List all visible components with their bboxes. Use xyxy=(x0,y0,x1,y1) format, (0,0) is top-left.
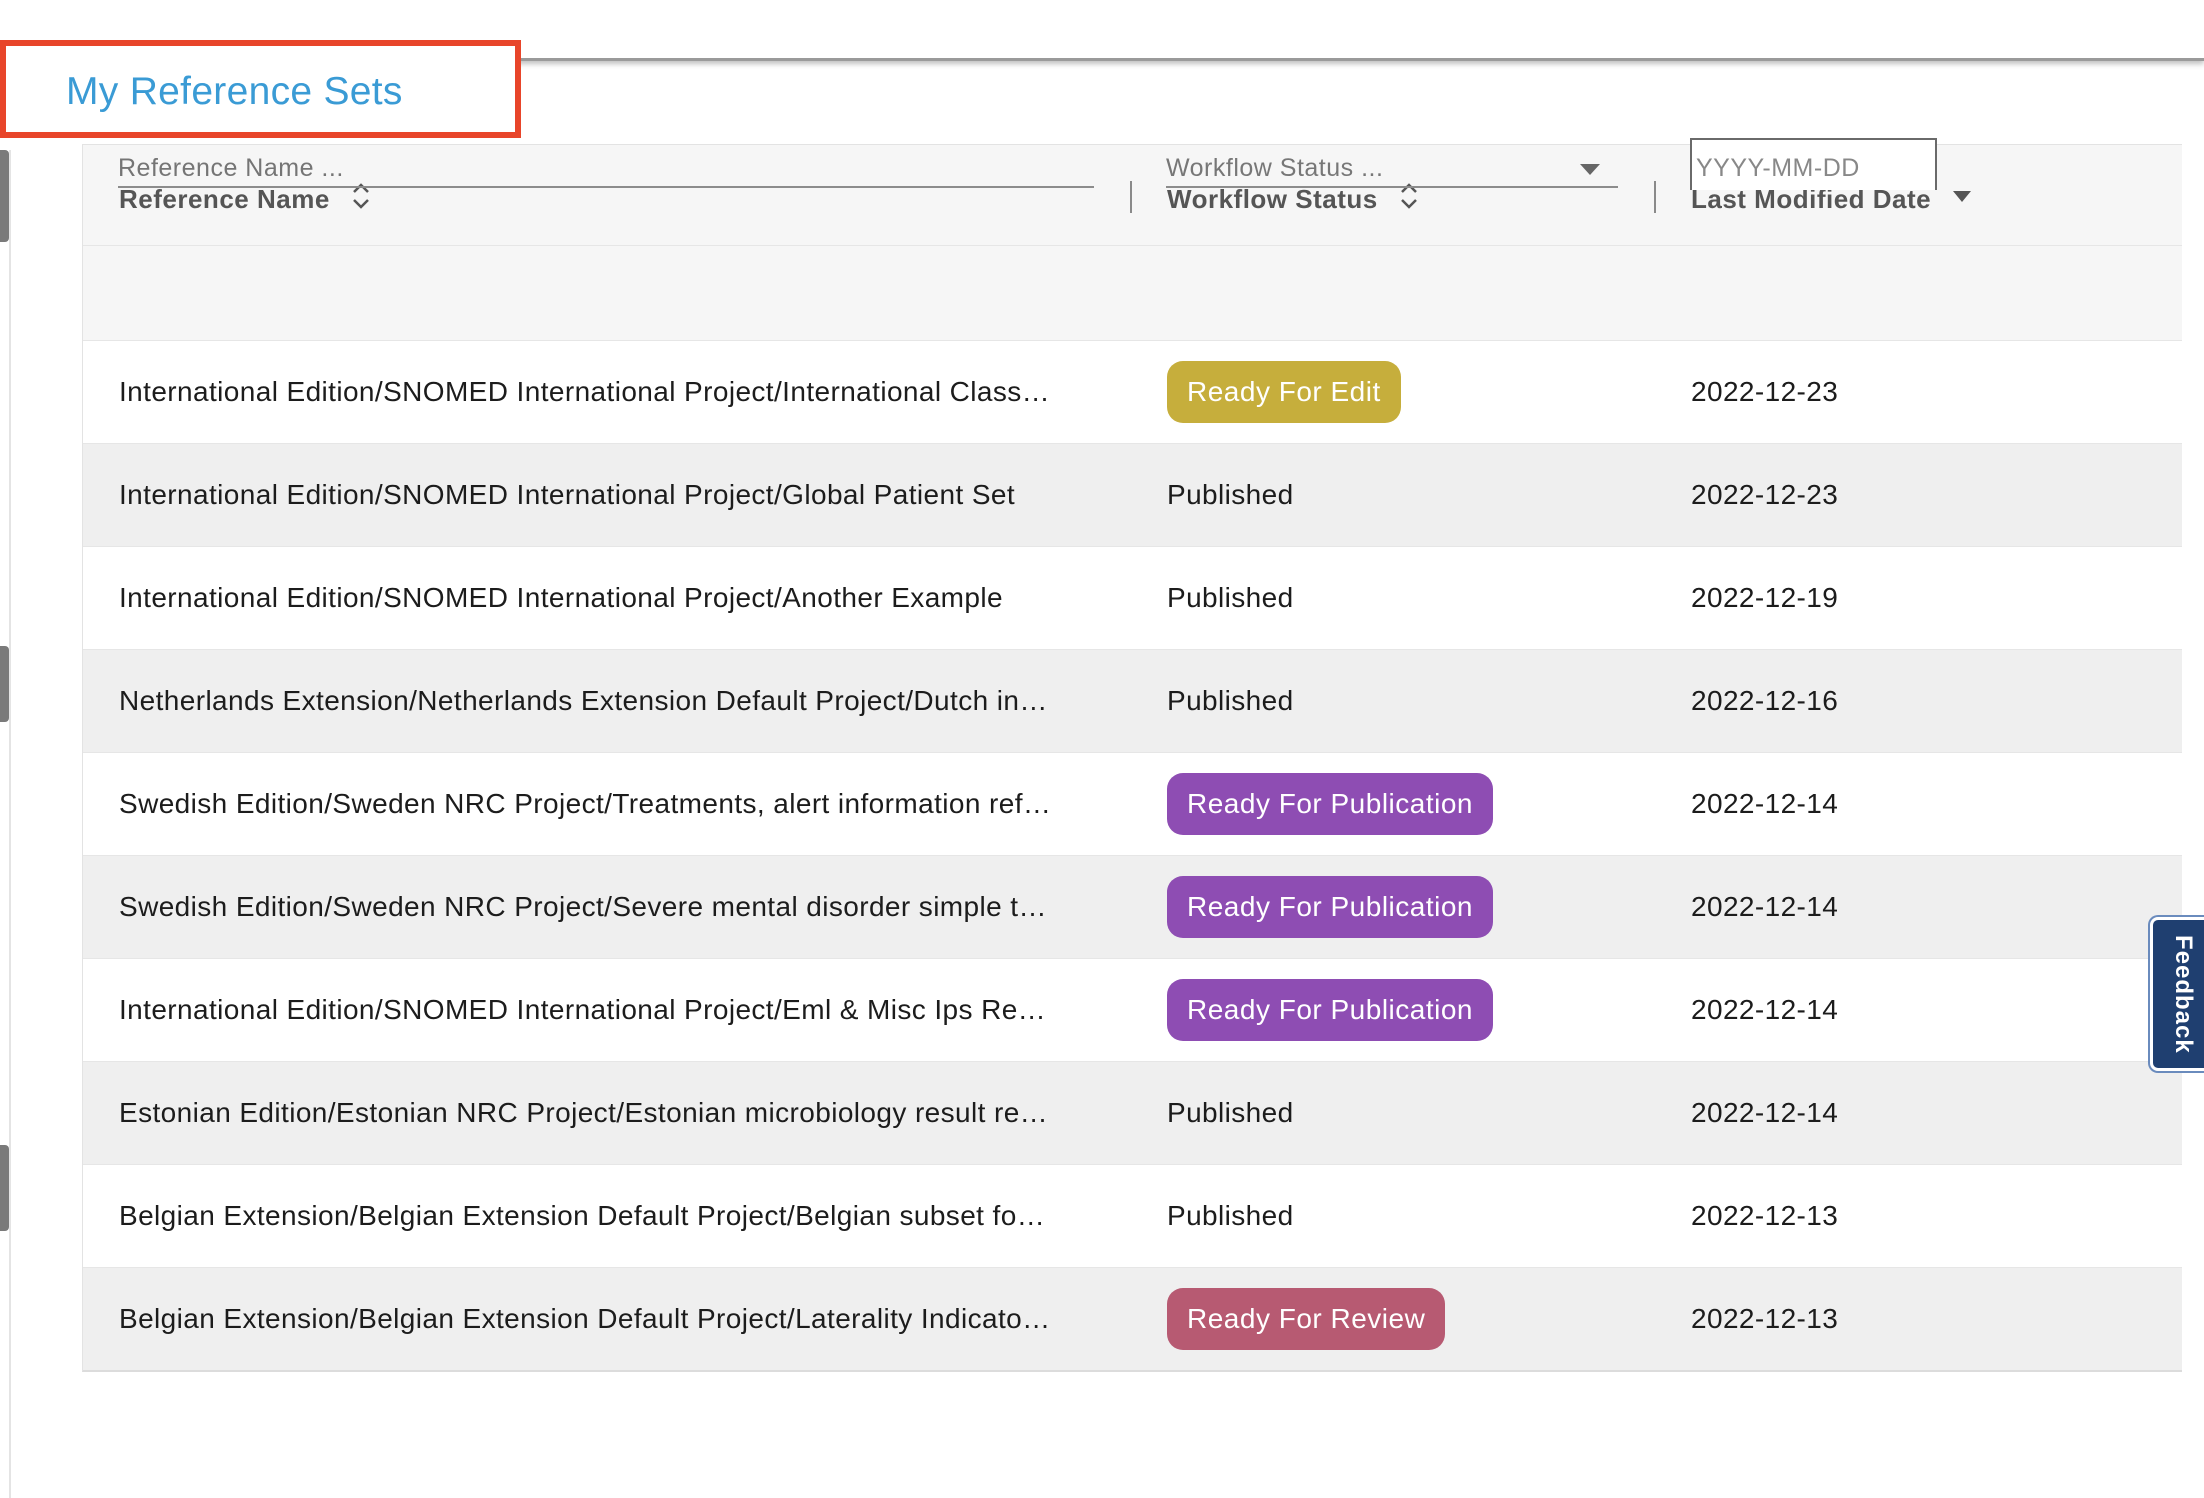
reference-name-cell[interactable]: Belgian Extension/Belgian Extension Defa… xyxy=(119,1165,1179,1267)
date-filter-input[interactable]: YYYY-MM-DD xyxy=(1690,138,1937,190)
status-text: Published xyxy=(1167,1200,1294,1231)
status-badge: Ready For Review xyxy=(1167,1288,1446,1350)
last-modified-date-cell: 2022-12-19 xyxy=(1691,582,1839,613)
reference-sets-table: Reference Name Workflow Status Last Modi… xyxy=(82,144,2182,1372)
last-modified-date-cell: 2022-12-23 xyxy=(1691,376,1839,407)
table-row[interactable]: Belgian Extension/Belgian Extension Defa… xyxy=(83,1164,2182,1267)
reference-name-filter-input[interactable] xyxy=(118,150,1094,188)
status-text: Published xyxy=(1167,582,1294,613)
last-modified-date-cell: 2022-12-14 xyxy=(1691,788,1839,819)
left-panel-handle[interactable] xyxy=(0,646,9,722)
reference-name-cell[interactable]: Swedish Edition/Sweden NRC Project/Sever… xyxy=(119,856,1179,958)
status-badge: Ready For Publication xyxy=(1167,979,1493,1041)
workflow-status-cell: Published xyxy=(1167,547,1647,649)
workflow-status-cell: Ready For Edit xyxy=(1167,341,1647,443)
workflow-status-cell: Published xyxy=(1167,444,1647,546)
last-modified-date-cell: 2022-12-16 xyxy=(1691,685,1839,716)
last-modified-date-cell: 2022-12-23 xyxy=(1691,479,1839,510)
workflow-status-filter-select[interactable]: Workflow Status ... xyxy=(1166,150,1618,188)
reference-name-cell[interactable]: Belgian Extension/Belgian Extension Defa… xyxy=(119,1268,1179,1370)
filter-row xyxy=(83,246,2182,340)
status-text: Published xyxy=(1167,479,1294,510)
last-modified-date-cell: 2022-12-13 xyxy=(1691,1200,1839,1231)
column-header-label: Workflow Status xyxy=(1167,183,1378,214)
workflow-status-filter-placeholder: Workflow Status ... xyxy=(1166,153,1384,182)
table-row[interactable]: International Edition/SNOMED Internation… xyxy=(83,546,2182,649)
date-filter-placeholder: YYYY-MM-DD xyxy=(1696,154,1860,182)
table-row[interactable]: International Edition/SNOMED Internation… xyxy=(83,340,2182,443)
reference-name-cell[interactable]: International Edition/SNOMED Internation… xyxy=(119,341,1179,443)
workflow-status-cell: Ready For Publication xyxy=(1167,959,1647,1061)
reference-name-cell[interactable]: Estonian Edition/Estonian NRC Project/Es… xyxy=(119,1062,1179,1164)
feedback-tab[interactable]: Feedback xyxy=(2150,917,2204,1071)
column-header-label: Reference Name xyxy=(119,183,330,214)
reference-name-cell[interactable]: International Edition/SNOMED Internation… xyxy=(119,547,1179,649)
workflow-status-cell: Published xyxy=(1167,650,1647,752)
workflow-status-cell: Ready For Review xyxy=(1167,1268,1647,1370)
column-separator xyxy=(1130,181,1132,213)
status-badge: Ready For Publication xyxy=(1167,773,1493,835)
status-badge: Ready For Publication xyxy=(1167,876,1493,938)
status-text: Published xyxy=(1167,1097,1294,1128)
table-body: International Edition/SNOMED Internation… xyxy=(83,340,2182,1370)
table-row[interactable]: Netherlands Extension/Netherlands Extens… xyxy=(83,649,2182,752)
table-row[interactable]: Swedish Edition/Sweden NRC Project/Sever… xyxy=(83,855,2182,958)
page-title: My Reference Sets xyxy=(66,70,403,113)
chevron-down-icon[interactable] xyxy=(1580,164,1600,175)
feedback-label: Feedback xyxy=(2170,934,2197,1054)
left-panel-handle[interactable] xyxy=(0,1145,9,1231)
table-row[interactable]: Estonian Edition/Estonian NRC Project/Es… xyxy=(83,1061,2182,1164)
status-badge: Ready For Edit xyxy=(1167,361,1401,423)
left-edge-panel xyxy=(0,150,11,1498)
last-modified-date-cell: 2022-12-13 xyxy=(1691,1303,1839,1334)
workflow-status-cell: Published xyxy=(1167,1165,1647,1267)
reference-name-cell[interactable]: International Edition/SNOMED Internation… xyxy=(119,444,1179,546)
workflow-status-cell: Ready For Publication xyxy=(1167,856,1647,958)
left-panel-handle[interactable] xyxy=(0,150,9,242)
table-row[interactable]: International Edition/SNOMED Internation… xyxy=(83,958,2182,1061)
reference-name-cell[interactable]: International Edition/SNOMED Internation… xyxy=(119,959,1179,1061)
table-row[interactable]: International Edition/SNOMED Internation… xyxy=(83,443,2182,546)
table-row[interactable]: Belgian Extension/Belgian Extension Defa… xyxy=(83,1267,2182,1370)
sort-descending-icon[interactable] xyxy=(1951,181,1973,217)
last-modified-date-cell: 2022-12-14 xyxy=(1691,1097,1839,1128)
last-modified-date-cell: 2022-12-14 xyxy=(1691,994,1839,1025)
table-row[interactable]: Swedish Edition/Sweden NRC Project/Treat… xyxy=(83,752,2182,855)
reference-name-cell[interactable]: Netherlands Extension/Netherlands Extens… xyxy=(119,650,1179,752)
last-modified-date-cell: 2022-12-14 xyxy=(1691,891,1839,922)
page: My Reference Sets Reference Name Workflo… xyxy=(0,0,2204,1498)
column-separator xyxy=(1654,181,1656,213)
workflow-status-cell: Ready For Publication xyxy=(1167,753,1647,855)
workflow-status-cell: Published xyxy=(1167,1062,1647,1164)
status-text: Published xyxy=(1167,685,1294,716)
reference-name-cell[interactable]: Swedish Edition/Sweden NRC Project/Treat… xyxy=(119,753,1179,855)
